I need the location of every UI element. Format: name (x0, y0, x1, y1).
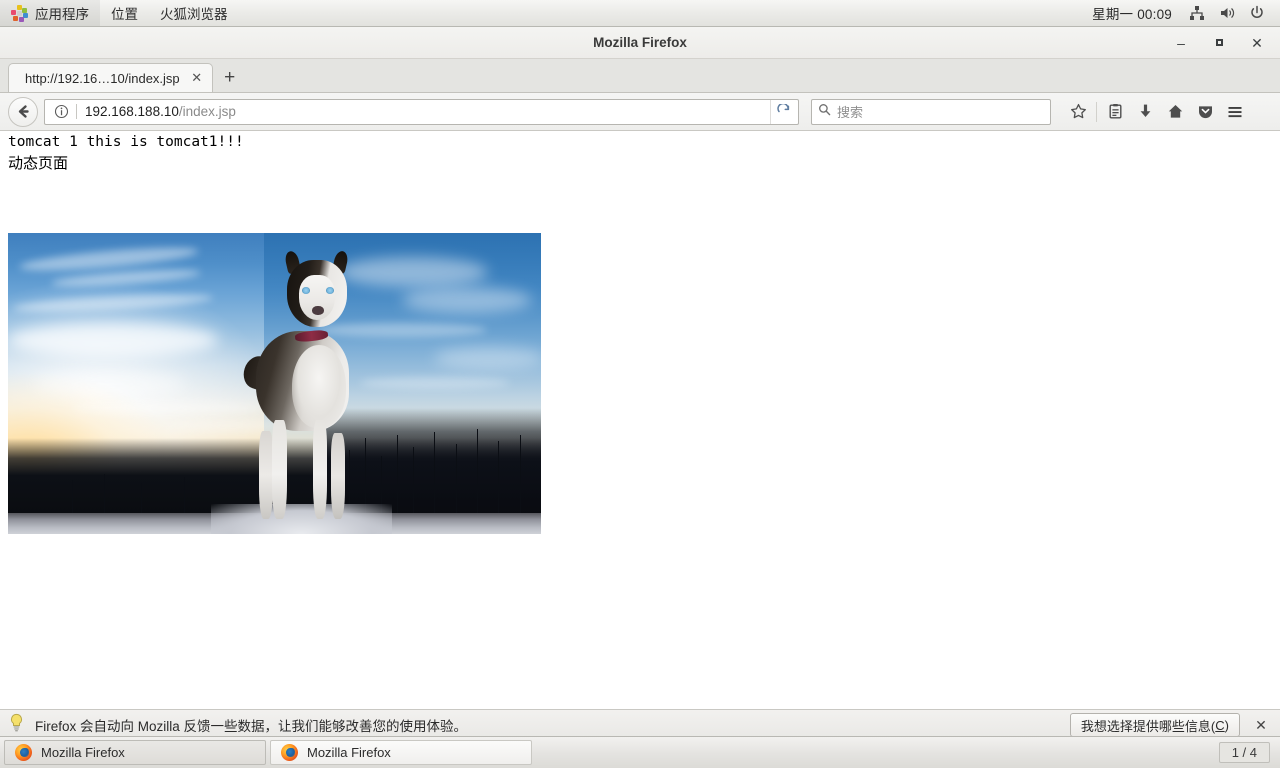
workspace-indicator[interactable]: 1 / 4 (1218, 742, 1270, 763)
window-title-bar: Mozilla Firefox – ✕ (0, 27, 1280, 59)
pocket-icon[interactable] (1190, 98, 1220, 126)
husky-dog (229, 245, 378, 522)
notification-button-label: 我想选择提供哪些信息( (1080, 718, 1216, 734)
volume-icon[interactable] (1214, 0, 1240, 26)
url-path: /index.jsp (178, 104, 236, 119)
network-icon[interactable] (1184, 0, 1210, 26)
applications-pinwheel-icon (11, 4, 28, 22)
husky-right-eye (326, 287, 334, 294)
husky-nose (312, 305, 324, 315)
maximize-button[interactable] (1210, 34, 1228, 52)
notification-button-accesskey: C (1215, 717, 1225, 733)
husky-left-eye (302, 287, 311, 294)
notification-choice-button[interactable]: 我想选择提供哪些信息(C) (1069, 713, 1240, 737)
page-text-line-2: 动态页面 (8, 154, 69, 172)
firefox-icon (281, 744, 298, 761)
desktop-taskbar: Mozilla Firefox Mozilla Firefox 1 / 4 (0, 736, 1280, 768)
firefox-menu-label: 火狐浏览器 (160, 7, 228, 22)
taskbar-item-label: Mozilla Firefox (307, 745, 391, 760)
notification-text: Firefox 会自动向 Mozilla 反馈一些数据，让我们能够改善您的使用体… (35, 719, 468, 734)
page-content: tomcat 1 this is tomcat1!!! 动态页面 (0, 132, 1280, 709)
firefox-icon (15, 744, 32, 761)
places-menu-label: 位置 (111, 7, 138, 22)
husky-chest (291, 344, 346, 428)
firefox-menu[interactable]: 火狐浏览器 (149, 0, 239, 26)
panel-clock[interactable]: 星期一 00:09 (1084, 3, 1180, 23)
minimize-button[interactable]: – (1172, 34, 1190, 52)
places-menu[interactable]: 位置 (100, 0, 149, 26)
window-title: Mozilla Firefox (593, 35, 687, 50)
back-button[interactable] (8, 96, 38, 127)
star-icon[interactable] (1063, 98, 1093, 126)
taskbar-item-firefox-2[interactable]: Mozilla Firefox (270, 740, 532, 765)
toolbar-icons (1063, 98, 1250, 126)
panel-status-area: 星期一 00:09 (1084, 0, 1280, 26)
search-bar[interactable]: 搜索 (811, 98, 1051, 125)
husky-front-right-leg (312, 419, 327, 520)
url-bar[interactable]: 192.168.188.10/index.jsp (44, 98, 799, 125)
hamburger-menu-icon[interactable] (1220, 98, 1250, 126)
notification-close-icon[interactable]: ✕ (1250, 717, 1272, 734)
husky-back-right-leg (330, 433, 345, 520)
downloads-icon[interactable] (1130, 98, 1160, 126)
url-text: 192.168.188.10/index.jsp (85, 104, 770, 119)
power-icon[interactable] (1244, 0, 1270, 26)
firefox-window: Mozilla Firefox – ✕ http://192.16…10/ind… (0, 27, 1280, 741)
search-input[interactable]: 搜索 (837, 102, 863, 121)
reload-icon[interactable] (770, 99, 796, 124)
applications-menu-label: 应用程序 (35, 7, 89, 22)
taskbar-item-firefox-1[interactable]: Mozilla Firefox (4, 740, 266, 765)
husky-front-left-leg (272, 419, 287, 520)
husky-photo (8, 233, 541, 534)
applications-menu[interactable]: 应用程序 (0, 0, 100, 26)
desktop-top-panel: 应用程序 位置 火狐浏览器 星期一 00:09 (0, 0, 1280, 27)
tab-title: http://192.16…10/index.jsp (25, 70, 180, 86)
husky-back-left-leg (259, 430, 274, 520)
tab-index-jsp[interactable]: http://192.16…10/index.jsp ✕ (8, 63, 213, 92)
window-controls: – ✕ (1172, 34, 1280, 52)
husky-photo-canvas (8, 233, 541, 534)
taskbar-item-label: Mozilla Firefox (41, 745, 125, 760)
search-icon (818, 103, 831, 121)
url-host: 192.168.188.10 (85, 104, 179, 119)
home-icon[interactable] (1160, 98, 1190, 126)
lightbulb-icon (8, 713, 25, 737)
notification-button-label-end: ) (1224, 717, 1229, 733)
library-icon[interactable] (1100, 98, 1130, 126)
url-separator (76, 104, 77, 119)
navigation-toolbar: 192.168.188.10/index.jsp 搜索 (0, 93, 1280, 131)
info-circle-icon[interactable] (53, 103, 70, 120)
close-button[interactable]: ✕ (1248, 34, 1266, 52)
toolbar-separator (1096, 101, 1097, 122)
page-text-line-1: tomcat 1 this is tomcat1!!! (8, 134, 244, 150)
new-tab-button[interactable]: + (213, 63, 247, 92)
tab-close-icon[interactable]: ✕ (190, 70, 204, 86)
tab-strip: http://192.16…10/index.jsp ✕ + (0, 59, 1280, 93)
